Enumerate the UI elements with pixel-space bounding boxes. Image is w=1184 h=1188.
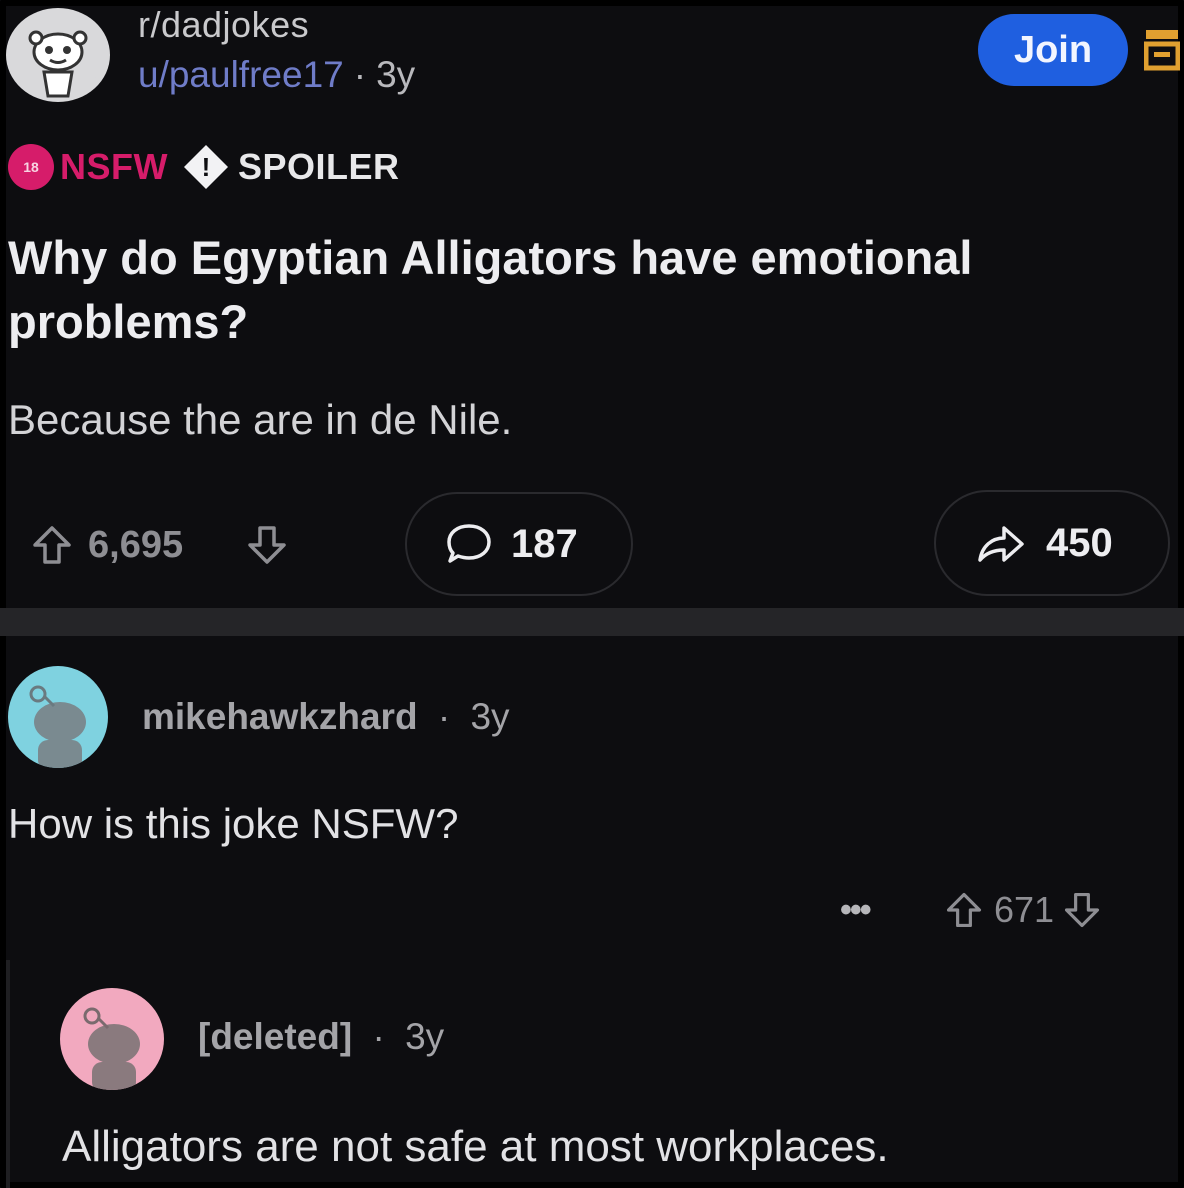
share-count: 450 — [1046, 520, 1113, 565]
meta-separator: · — [437, 696, 451, 737]
comment-text: Alligators are not safe at most workplac… — [62, 1122, 889, 1171]
subreddit-avatar[interactable] — [6, 8, 110, 102]
comment-actions: ••• 671 — [840, 880, 1180, 940]
section-divider — [0, 608, 1184, 636]
share-button[interactable]: 450 — [934, 490, 1170, 596]
avatar[interactable] — [60, 988, 164, 1090]
spoiler-icon-glyph: ! — [202, 152, 211, 182]
comment-author-line: [deleted] · 3y — [198, 1016, 444, 1058]
nsfw-label: NSFW — [60, 146, 168, 187]
comment-vote-count: 671 — [994, 889, 1055, 930]
comment-text: How is this joke NSFW? — [8, 800, 459, 847]
post-title[interactable]: Why do Egyptian Alligators have emotiona… — [8, 226, 1108, 354]
more-options-icon[interactable]: ••• — [840, 891, 930, 930]
comments-button[interactable]: 187 — [405, 492, 633, 596]
meta-separator: · — [372, 1016, 385, 1057]
share-arrow-icon — [976, 520, 1026, 566]
subreddit-name[interactable]: r/dadjokes — [138, 4, 309, 46]
avatar[interactable] — [8, 666, 108, 768]
meta-separator: · — [353, 54, 367, 95]
post-age: 3y — [376, 54, 416, 95]
snoo-avatar-icon — [83, 1007, 140, 1090]
post-vote-control: 6,695 — [30, 500, 370, 590]
comment-author[interactable]: [deleted] — [198, 1016, 352, 1057]
downvote-arrow-icon[interactable] — [245, 523, 289, 567]
post-meta: u/paulfree17 · 3y — [138, 54, 415, 96]
post-body: Because the are in de Nile. — [8, 396, 513, 443]
snoo-avatar-icon — [29, 685, 86, 768]
menu-icon[interactable] — [1143, 28, 1181, 72]
upvote-arrow-icon[interactable] — [944, 890, 984, 930]
spoiler-icon: ! — [182, 143, 230, 191]
author-link[interactable]: u/paulfree17 — [138, 54, 344, 95]
comment-count: 187 — [511, 521, 578, 566]
post-upvote-count: 6,695 — [88, 523, 184, 566]
thread-line[interactable] — [6, 960, 10, 1188]
post-tags: 18 NSFW ! SPOILER — [8, 144, 400, 190]
comment-author-line: mikehawkzhard · 3y — [142, 696, 510, 738]
spoiler-label: SPOILER — [237, 146, 400, 187]
upvote-arrow-icon[interactable] — [30, 523, 74, 567]
downvote-arrow-icon[interactable] — [1062, 890, 1102, 930]
comment-age: 3y — [405, 1016, 445, 1057]
nsfw-badge-icon: 18 — [8, 144, 54, 190]
comment-bubble-icon — [445, 520, 493, 568]
comment-age: 3y — [470, 696, 510, 737]
comment-author[interactable]: mikehawkzhard — [142, 696, 418, 737]
join-button[interactable]: Join — [978, 14, 1128, 86]
snoo-avatar-icon — [14, 11, 102, 99]
